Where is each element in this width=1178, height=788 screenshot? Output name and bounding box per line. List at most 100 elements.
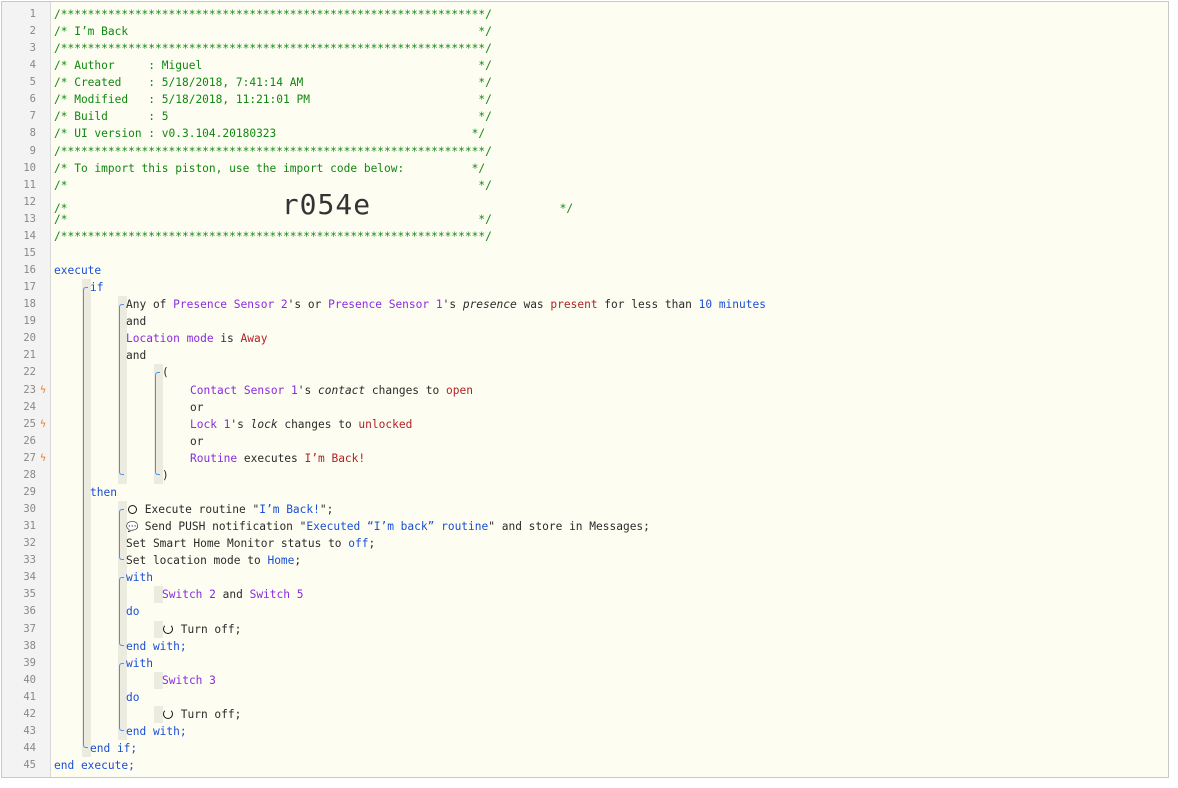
gutter-line: 45 (2, 757, 50, 774)
gutter-line: 8 (2, 125, 50, 142)
code-line[interactable]: /* Build : 5 */ (54, 108, 492, 125)
code-line[interactable]: /***************************************… (54, 143, 492, 160)
code-line[interactable]: end with; (126, 638, 187, 655)
code-line[interactable]: /* */ (54, 211, 492, 228)
line-number: 6 (29, 93, 36, 106)
lightning-bolt-icon: ϟ (40, 452, 47, 464)
block-bracket (155, 372, 160, 475)
code-line[interactable]: /***************************************… (54, 228, 492, 245)
code-token: I’m Back! (304, 451, 366, 465)
code-token: do (126, 605, 140, 619)
code-line[interactable]: Routine executes I’m Back! (190, 450, 365, 467)
code-line[interactable]: end if; (90, 740, 137, 757)
line-number: 11 (23, 178, 36, 191)
block-bracket (119, 577, 124, 646)
code-token: /***************************************… (54, 229, 492, 243)
code-token: 's (442, 298, 463, 312)
code-line[interactable]: do (126, 603, 139, 620)
code-line[interactable]: Turn off; (162, 621, 241, 638)
power-icon (162, 706, 174, 723)
code-token: /* */ (54, 212, 492, 226)
code-line[interactable]: /* Created : 5/18/2018, 7:41:14 AM */ (54, 74, 492, 91)
code-line[interactable]: then (90, 484, 117, 501)
code-line[interactable]: Switch 3 (162, 672, 216, 689)
code-line[interactable]: do (126, 689, 139, 706)
code-token: 10 minutes (698, 298, 766, 312)
code-line[interactable]: or (190, 433, 203, 450)
code-line[interactable]: /* UI version : v0.3.104.20180323 */ (54, 125, 485, 142)
gutter-line: 12 (2, 194, 50, 211)
code-line[interactable]: execute (54, 262, 101, 279)
code-token: Switch 2 (162, 588, 216, 602)
code-line[interactable]: Set Smart Home Monitor status to off; (126, 535, 375, 552)
code-line[interactable]: and (126, 313, 146, 330)
gutter-line: 15 (2, 245, 50, 262)
code-token: Set Smart Home Monitor status to (126, 537, 349, 551)
gutter-line: 21 (2, 347, 50, 364)
code-line[interactable]: Switch 2 and Switch 5 (162, 586, 303, 603)
line-number: 31 (23, 520, 36, 533)
code-line[interactable]: or (190, 399, 203, 416)
gutter-line: 13 (2, 211, 50, 228)
code-line[interactable]: end with; (126, 723, 187, 740)
gutter-line: 37 (2, 621, 50, 638)
code-line[interactable]: with (126, 569, 153, 586)
code-line[interactable]: Execute routine "I’m Back!"; (126, 501, 333, 518)
gutter-line: 23 ϟ (2, 382, 50, 399)
code-token: /* I’m Back */ (54, 25, 492, 39)
code-line[interactable]: /* I’m Back */ (54, 23, 492, 40)
gutter-line: 27 ϟ (2, 450, 50, 467)
code-area[interactable]: /***************************************… (54, 2, 1168, 777)
line-number: 19 (23, 315, 36, 328)
code-line[interactable]: Any of Presence Sensor 2's or Presence S… (126, 296, 766, 313)
gutter-line: 38 (2, 638, 50, 655)
code-line[interactable]: /* r054e */ (54, 190, 573, 218)
block-bracket (119, 509, 124, 561)
line-number: 22 (23, 366, 36, 379)
code-line[interactable]: /* Modified : 5/18/2018, 11:21:01 PM */ (54, 91, 492, 108)
code-token: "; (319, 503, 334, 517)
code-line[interactable]: Contact Sensor 1's contact changes to op… (190, 382, 473, 399)
line-number: 33 (23, 554, 36, 567)
code-token: execute (54, 264, 102, 278)
code-line[interactable]: /* To import this piston, use the import… (54, 160, 485, 177)
code-token: /* To import this piston, use the import… (54, 161, 486, 175)
code-editor[interactable]: 1 2 3 4 5 6 7 8 9 10 11 12 13 14 15 16 17 18 19 20 21 22 23 ϟ 24… (1, 1, 1169, 778)
line-number: 36 (23, 605, 36, 618)
gutter-line: 35 (2, 586, 50, 603)
code-line[interactable]: Lock 1's lock changes to unlocked (190, 416, 412, 433)
line-number: 37 (23, 622, 36, 635)
code-line[interactable]: 💬 Send PUSH notification "Executed “I’m … (126, 518, 650, 535)
code-line[interactable]: and (126, 347, 146, 364)
gutter-line: 19 (2, 313, 50, 330)
code-line[interactable]: if (90, 279, 103, 296)
line-number: 12 (23, 195, 36, 208)
code-token: and (215, 588, 250, 602)
gutter-line: 28 (2, 467, 50, 484)
code-token: Home (267, 554, 295, 568)
code-token: I’m Back! (259, 503, 320, 517)
code-token: changes to (277, 417, 359, 431)
line-number: 4 (29, 59, 36, 72)
code-line[interactable]: Set location mode to Home; (126, 552, 301, 569)
code-line[interactable]: with (126, 655, 153, 672)
line-number: 7 (29, 110, 36, 123)
code-line[interactable]: /***************************************… (54, 40, 492, 57)
code-token: with (126, 571, 153, 585)
gutter-line: 25 ϟ (2, 416, 50, 433)
line-number: 43 (23, 724, 36, 737)
gutter-line: 43 (2, 723, 50, 740)
code-token: Switch 3 (162, 673, 216, 687)
code-line[interactable]: /* Author : Miguel */ (54, 57, 492, 74)
gutter-line: 40 (2, 672, 50, 689)
code-line[interactable]: Location mode is Away (126, 330, 267, 347)
code-token: present (550, 298, 598, 312)
code-line[interactable]: /***************************************… (54, 6, 492, 23)
code-line[interactable]: ( (162, 364, 169, 381)
block-bracket (119, 304, 124, 475)
code-line[interactable]: ) (162, 467, 169, 484)
code-token: 's (230, 417, 251, 431)
speech-bubble-icon: 💬 (126, 522, 139, 534)
code-line[interactable]: end execute; (54, 757, 135, 774)
code-line[interactable]: Turn off; (162, 706, 241, 723)
